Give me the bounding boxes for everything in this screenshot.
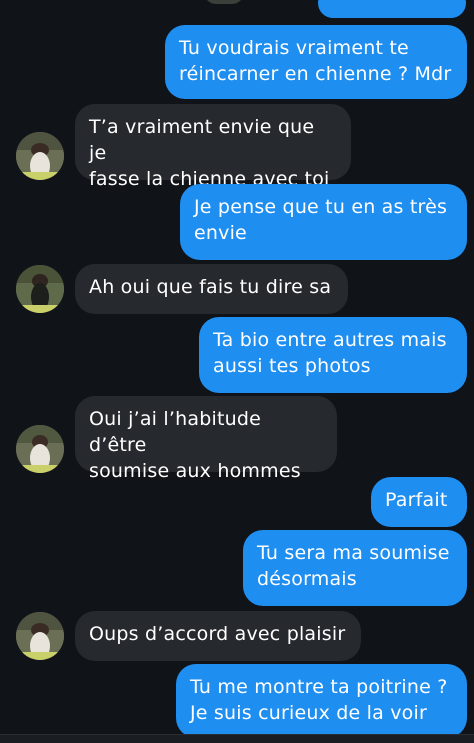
contact-avatar-icon[interactable]	[16, 265, 64, 313]
sent-message[interactable]: Tu me montre ta poitrine ? Je suis curie…	[176, 664, 467, 738]
sent-message[interactable]: Parfait	[371, 477, 467, 527]
partial-message-bubble[interactable]	[318, 0, 466, 18]
sent-message[interactable]: Ta bio entre autres mais aussi tes photo…	[199, 317, 467, 393]
bottom-edge	[0, 734, 474, 743]
received-message[interactable]: Ah oui que fais tu dire sa	[75, 264, 348, 314]
sent-message[interactable]: Tu sera ma soumise désormais	[243, 530, 467, 606]
received-message[interactable]: Oui j’ai l’habitude d’être soumise aux h…	[75, 396, 337, 482]
sent-message[interactable]: Je pense que tu en as très envie	[180, 184, 467, 260]
contact-avatar-icon[interactable]	[16, 612, 64, 660]
partial-avatar	[204, 0, 244, 4]
contact-avatar-icon[interactable]	[16, 132, 64, 180]
sent-message[interactable]: Tu voudrais vraiment te réincarner en ch…	[165, 25, 467, 99]
contact-avatar-icon[interactable]	[16, 425, 64, 473]
received-message[interactable]: T’a vraiment envie que je fasse la chien…	[75, 104, 351, 190]
received-message[interactable]: Oups d’accord avec plaisir	[75, 611, 361, 661]
